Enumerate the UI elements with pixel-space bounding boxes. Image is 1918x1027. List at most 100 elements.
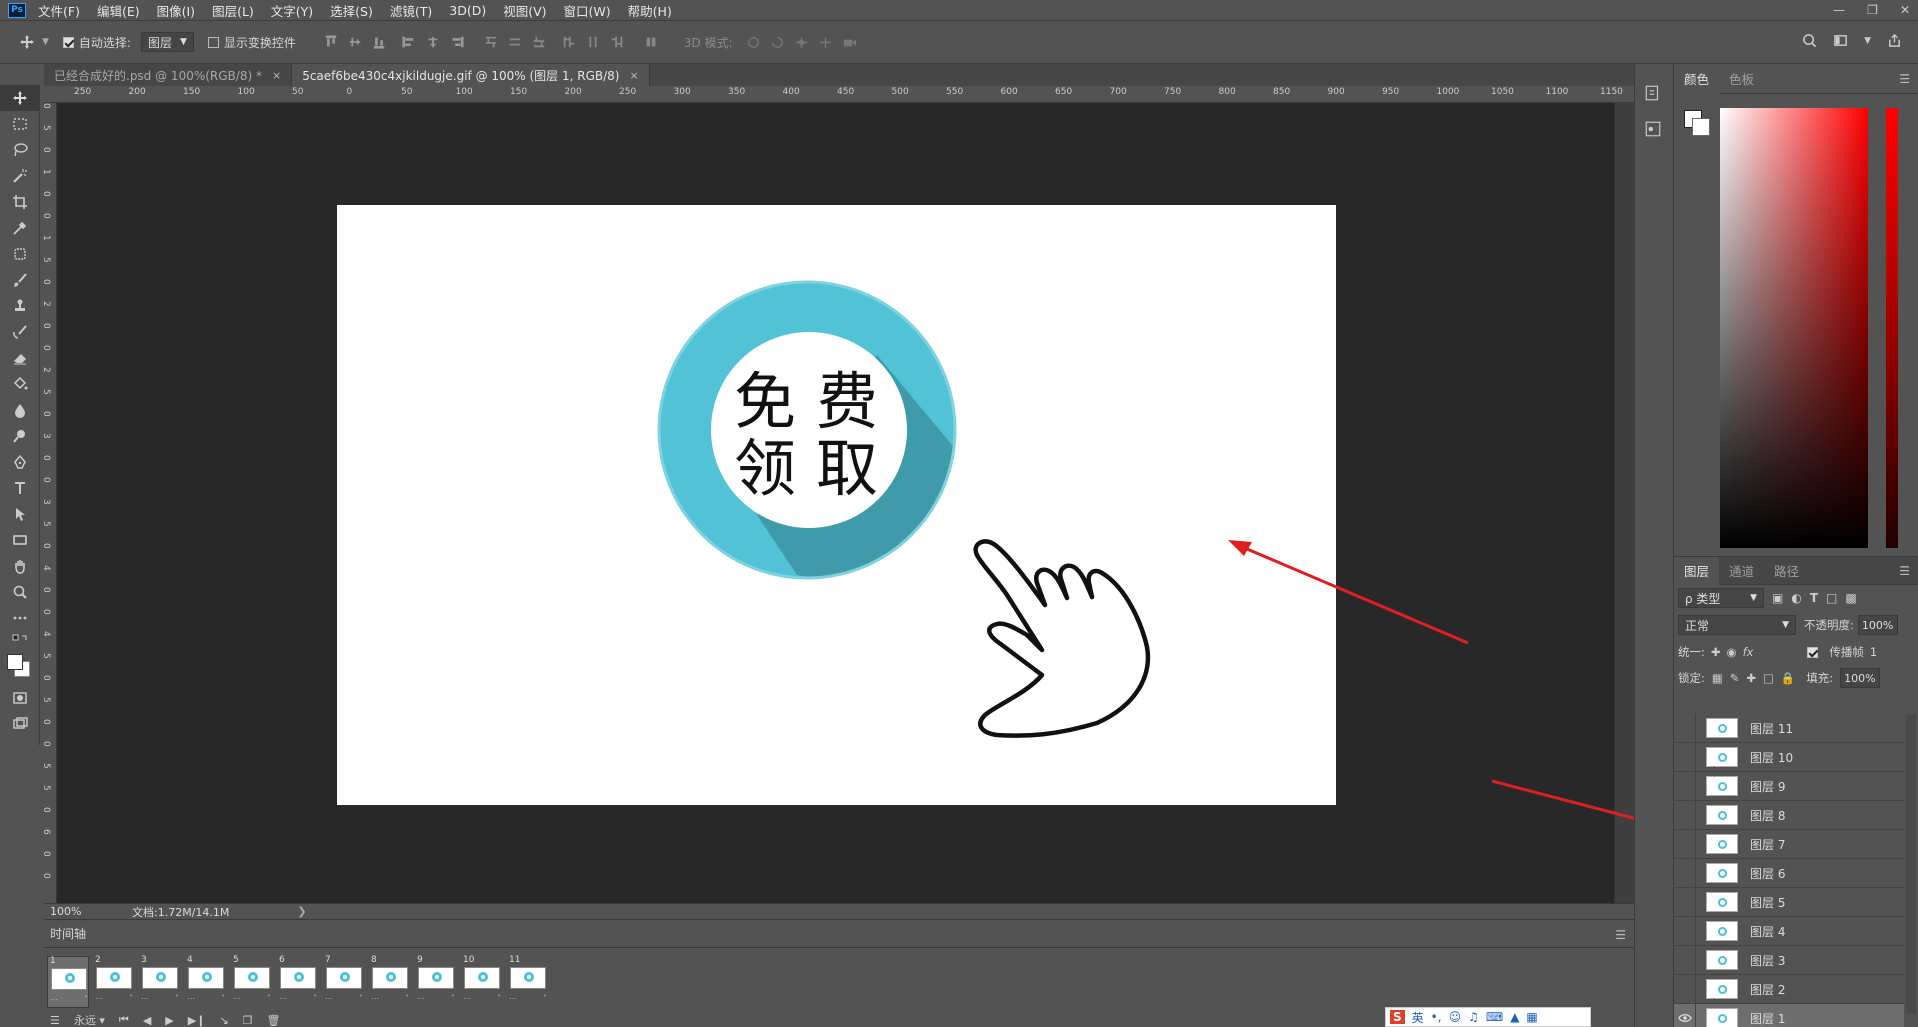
- menu-type[interactable]: 文字(Y): [271, 1, 313, 20]
- zoom-tool-icon[interactable]: [0, 579, 40, 605]
- timeline-frame[interactable]: 5 ⋯ ˅: [231, 955, 273, 1008]
- ime-skin-icon[interactable]: ▲: [1510, 1010, 1519, 1024]
- background-swatch[interactable]: [1692, 118, 1710, 136]
- timeline-frame[interactable]: 9 ⋯ ˅: [415, 955, 457, 1008]
- eye-hidden-icon[interactable]: [1674, 887, 1696, 917]
- lock-transparent-icon[interactable]: ▦: [1712, 671, 1723, 685]
- healing-brush-icon[interactable]: [0, 241, 40, 267]
- eye-hidden-icon[interactable]: [1674, 829, 1696, 859]
- lasso-tool-icon[interactable]: [0, 137, 40, 163]
- eye-hidden-icon[interactable]: [1674, 771, 1696, 801]
- path-selection-icon[interactable]: [0, 501, 40, 527]
- menu-file[interactable]: 文件(F): [38, 1, 80, 20]
- delete-frame-icon[interactable]: 🗑: [267, 1014, 281, 1027]
- unify-style-icon[interactable]: fx: [1743, 645, 1754, 659]
- eye-hidden-icon[interactable]: [1674, 714, 1696, 743]
- frame-delay-dropdown[interactable]: ⋯ ˅: [371, 994, 409, 1006]
- menu-image[interactable]: 图像(I): [157, 1, 195, 20]
- frame-delay-dropdown[interactable]: ⋯ ˅: [417, 994, 455, 1006]
- panel-menu-icon[interactable]: ☰: [1899, 72, 1910, 86]
- frame-delay-dropdown[interactable]: ⋯ ˅: [95, 994, 133, 1006]
- ime-emoji-icon[interactable]: ☺: [1449, 1010, 1462, 1024]
- timeline-frame[interactable]: 11 ⋯ ˅: [507, 955, 549, 1008]
- frame-delay-dropdown[interactable]: ⋯ ˅: [509, 994, 547, 1006]
- menu-select[interactable]: 选择(S): [330, 1, 373, 20]
- minimize-icon[interactable]: —: [1833, 3, 1845, 17]
- 3d-pan-icon[interactable]: [793, 33, 811, 51]
- share-icon[interactable]: [1887, 33, 1902, 48]
- screen-mode-icon[interactable]: [0, 711, 40, 737]
- layer-row[interactable]: 图层 2: [1674, 974, 1904, 1004]
- timeline-frame[interactable]: 2 ⋯ ˅: [93, 955, 135, 1008]
- hue-slider[interactable]: [1886, 108, 1898, 548]
- pen-tool-icon[interactable]: [0, 449, 40, 475]
- timeline-frame[interactable]: 7 ⋯ ˅: [323, 955, 365, 1008]
- filter-type-icon[interactable]: T: [1810, 591, 1818, 605]
- menu-3d[interactable]: 3D(D): [449, 3, 486, 18]
- align-bottom-icon[interactable]: [370, 33, 388, 51]
- 3d-slide-icon[interactable]: [817, 33, 835, 51]
- tab-psd-document[interactable]: 已经合成好的.psd @ 100%(RGB/8) * ×: [44, 64, 293, 86]
- crop-tool-icon[interactable]: [0, 189, 40, 215]
- history-brush-icon[interactable]: [0, 319, 40, 345]
- type-tool-icon[interactable]: [0, 475, 40, 501]
- layer-row[interactable]: 图层 4: [1674, 916, 1904, 946]
- 3d-scale-icon[interactable]: [841, 33, 859, 51]
- panel-menu-icon[interactable]: ☰: [1899, 564, 1910, 578]
- hand-tool-icon[interactable]: [0, 553, 40, 579]
- layer-row[interactable]: 图层 8: [1674, 800, 1904, 830]
- distribute-hcenter-icon[interactable]: [584, 33, 602, 51]
- lock-all-icon[interactable]: 🔒: [1781, 671, 1795, 685]
- timeline-frame[interactable]: 1 ⋯ ˅: [47, 956, 89, 1008]
- frame-delay-dropdown[interactable]: ⋯ ˅: [233, 994, 271, 1006]
- filter-adjustment-icon[interactable]: ◐: [1791, 591, 1801, 605]
- rectangle-tool-icon[interactable]: [0, 527, 40, 553]
- more-tools-icon[interactable]: [0, 605, 40, 631]
- document-canvas[interactable]: 免 费 领 取: [337, 205, 1336, 805]
- layer-row[interactable]: 图层 5: [1674, 887, 1904, 917]
- color-picker-field[interactable]: [1720, 108, 1868, 548]
- first-frame-icon[interactable]: ⏮: [119, 1013, 129, 1027]
- ime-keyboard-icon[interactable]: ⌨: [1486, 1010, 1503, 1024]
- dodge-tool-icon[interactable]: [0, 423, 40, 449]
- magic-wand-icon[interactable]: [0, 163, 40, 189]
- ime-language-label[interactable]: 英: [1412, 1009, 1424, 1026]
- layer-row[interactable]: 图层 9: [1674, 771, 1904, 801]
- layer-row[interactable]: 图层 3: [1674, 945, 1904, 975]
- ime-tools-icon[interactable]: ▦: [1526, 1010, 1537, 1024]
- lock-position-icon[interactable]: ✚: [1746, 671, 1756, 685]
- fill-input[interactable]: 100%: [1840, 668, 1881, 688]
- tab-layers[interactable]: 图层: [1674, 556, 1720, 585]
- layer-row[interactable]: 图层 6: [1674, 858, 1904, 888]
- distribute-right-icon[interactable]: [608, 33, 626, 51]
- menu-view[interactable]: 视图(V): [503, 1, 546, 20]
- restore-icon[interactable]: ❐: [1867, 3, 1878, 17]
- timeline-frame[interactable]: 10 ⋯ ˅: [461, 955, 503, 1008]
- search-icon[interactable]: [1802, 33, 1817, 48]
- next-frame-icon[interactable]: ▶❙: [188, 1014, 206, 1027]
- menu-help[interactable]: 帮助(H): [628, 1, 672, 20]
- menu-layer[interactable]: 图层(L): [212, 1, 254, 20]
- filter-smart-icon[interactable]: ▩: [1845, 591, 1856, 605]
- layer-row[interactable]: 图层 7: [1674, 829, 1904, 859]
- eyedropper-icon[interactable]: [0, 215, 40, 241]
- ime-punct-icon[interactable]: •,: [1431, 1010, 1442, 1024]
- layer-row[interactable]: 图层 10: [1674, 742, 1904, 772]
- tab-channels[interactable]: 通道: [1719, 557, 1764, 585]
- workspace-icon[interactable]: [1833, 33, 1848, 48]
- history-panel-icon[interactable]: [1644, 84, 1664, 104]
- vertical-scrollbar[interactable]: [1614, 103, 1634, 903]
- close-tab-icon[interactable]: ×: [630, 69, 639, 82]
- eye-hidden-icon[interactable]: [1674, 742, 1696, 772]
- auto-select-dropdown[interactable]: 图层 ▼: [140, 32, 194, 52]
- align-vcenter-icon[interactable]: [346, 33, 364, 51]
- frame-delay-dropdown[interactable]: ⋯ ˅: [50, 995, 88, 1007]
- tab-gif-document[interactable]: 5caef6be430c4xjkildugje.gif @ 100% (图层 1…: [292, 64, 650, 86]
- timeline-frame[interactable]: 4 ⋯ ˅: [185, 955, 227, 1008]
- tool-preset-chevron-icon[interactable]: ▼: [42, 37, 49, 47]
- ime-voice-icon[interactable]: ♫: [1468, 1010, 1479, 1024]
- distribute-left-icon[interactable]: [560, 33, 578, 51]
- close-window-icon[interactable]: ✕: [1900, 3, 1910, 17]
- eye-visible-icon[interactable]: [1674, 1003, 1696, 1027]
- duplicate-frame-icon[interactable]: ❐: [243, 1014, 253, 1027]
